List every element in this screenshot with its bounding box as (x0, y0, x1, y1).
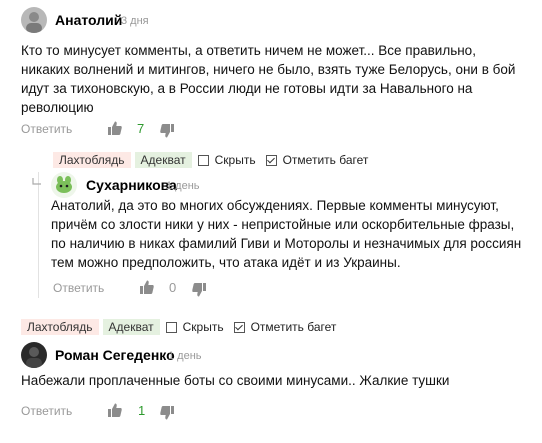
reply-button[interactable]: Ответить (21, 122, 72, 136)
reply-arrow-icon (32, 175, 42, 193)
comment-time: 1 день (168, 350, 202, 362)
like-count: 0 (169, 280, 177, 295)
hide-label: Скрыть (182, 320, 224, 334)
comment-text: Анатолий, да это во многих обсуждениях. … (51, 196, 521, 272)
hide-label: Скрыть (214, 153, 256, 167)
reply-button[interactable]: Ответить (21, 404, 72, 418)
comment-author[interactable]: Роман Сегеденко (55, 347, 175, 363)
avatar[interactable] (21, 342, 47, 368)
thumb-down-icon[interactable] (192, 283, 206, 297)
comment-text-line: Набежали проплаченные боты со своими мин… (21, 373, 450, 388)
tag-adekvat[interactable]: Адекват (102, 319, 160, 335)
comment-author[interactable]: Сухарникова (86, 177, 177, 193)
mark-bug-label: Отметить багет (282, 153, 369, 167)
avatar[interactable] (51, 172, 77, 198)
comment-author[interactable]: Анатолий (55, 12, 122, 28)
comment-text: Набежали проплаченные боты со своими мин… (21, 371, 449, 390)
moderation-bar: Лахтоблядь Адекват Скрыть Отметить багет (53, 152, 378, 168)
comment-text-line: тем можно предположить, что атака идёт и… (51, 255, 401, 270)
mark-bug-checkbox-icon[interactable] (233, 321, 245, 333)
avatar[interactable] (21, 7, 47, 33)
like-count: 1 (138, 403, 146, 418)
thumb-up-icon[interactable] (108, 403, 122, 417)
mark-bug-label: Отметить багет (250, 320, 337, 334)
comment-text: Кто то минусует комменты, а ответить нич… (21, 41, 515, 117)
thumb-up-icon[interactable] (108, 121, 122, 135)
comment-time: 3 дня (121, 15, 149, 27)
thumb-down-icon[interactable] (160, 124, 174, 138)
comment-text-line: революцию (21, 100, 94, 115)
tag-lakhtoblyad[interactable]: Лахтоблядь (53, 152, 131, 168)
reply-button[interactable]: Ответить (53, 281, 104, 295)
thumb-down-icon[interactable] (160, 406, 174, 420)
comment-text-line: Анатолий, да это во многих обсуждениях. … (51, 198, 499, 213)
avatar-image (51, 172, 77, 198)
mark-bug-checkbox-icon[interactable] (265, 154, 277, 166)
tag-adekvat[interactable]: Адекват (134, 152, 192, 168)
avatar-image (21, 7, 47, 33)
moderation-bar: Лахтоблядь Адекват Скрыть Отметить багет (21, 319, 346, 335)
comment-text-line: Кто то минусует комменты, а ответить нич… (21, 43, 476, 58)
comment-time: 1 день (166, 180, 200, 192)
hide-checkbox-icon[interactable] (165, 321, 177, 333)
tag-lakhtoblyad[interactable]: Лахтоблядь (21, 319, 99, 335)
like-count: 7 (137, 121, 145, 136)
comment-text-line: идут за тихоновскую, а в России люди не … (21, 81, 473, 96)
comment-text-line: причём со злости ники у них - непристойн… (51, 217, 515, 232)
avatar-image (21, 342, 47, 368)
comment-text-line: по наличию в никах фамилий Гиви и Моторо… (51, 236, 522, 251)
comment-text-line: никаких волнений и митингов, ничего не б… (21, 62, 516, 77)
hide-checkbox-icon[interactable] (197, 154, 209, 166)
thumb-up-icon[interactable] (140, 280, 154, 294)
